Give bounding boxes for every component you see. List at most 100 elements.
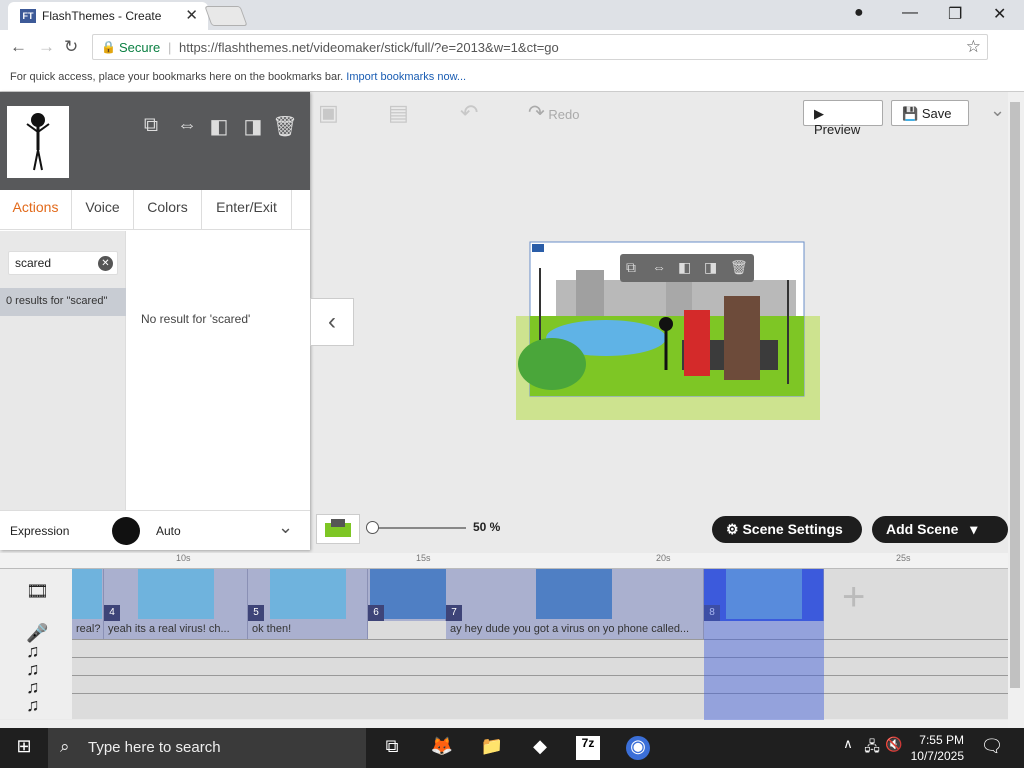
taskbar-search-placeholder: Type here to search	[88, 739, 221, 756]
app-icon[interactable]: ◆	[528, 736, 552, 760]
new-tab-button[interactable]	[204, 6, 248, 26]
bring-forward-icon[interactable]: ◧	[206, 114, 232, 138]
chevron-down-icon[interactable]: ▾	[970, 521, 977, 537]
track-divider	[72, 639, 1008, 640]
voice-clip[interactable]: ay hey dude you got a virus on yo phone …	[446, 621, 704, 639]
scene-clip[interactable]: 5	[248, 569, 368, 621]
scene-track: 4 5 6 7 8 +	[72, 569, 1008, 621]
ruler-tick: 25s	[896, 553, 911, 563]
tab-title: FlashThemes - Create	[42, 9, 162, 23]
tab-voice[interactable]: Voice	[72, 190, 134, 230]
back-icon[interactable]: ←	[10, 37, 27, 57]
zoom-slider[interactable]	[372, 527, 466, 529]
expression-value: Auto	[156, 524, 181, 538]
flip-icon[interactable]: ⇔	[174, 114, 200, 138]
stick-figure-icon	[26, 113, 50, 171]
tab-colors[interactable]: Colors	[134, 190, 202, 230]
panel-header: ⧉ ⇔ ◧ ◨ 🗑	[0, 92, 310, 190]
windows-start-icon[interactable]: ⊞	[12, 736, 36, 760]
clock-time: 7:55 PM	[919, 733, 964, 747]
voice-clip[interactable]: ok then!	[248, 621, 368, 639]
chevron-up-icon[interactable]: ∧	[836, 736, 860, 760]
paste-icon[interactable]: ▤	[388, 100, 409, 126]
maximize-button[interactable]: ❐	[948, 4, 962, 24]
7zip-icon[interactable]: 7z	[576, 736, 600, 760]
close-tab-icon[interactable]: ✕	[185, 6, 198, 24]
menu-chevron-icon[interactable]: ⌄	[990, 100, 1005, 121]
collapse-panel-button[interactable]: ‹	[310, 298, 354, 346]
swap-icon[interactable]: ⧉	[626, 259, 636, 276]
undo-icon[interactable]: ↶	[460, 100, 478, 126]
send-backward-icon[interactable]: ◨	[240, 114, 266, 138]
no-result-message: No result for 'scared'	[141, 312, 251, 326]
copy-icon[interactable]: ▣	[318, 100, 339, 126]
redo-button[interactable]: ↷ Redo	[528, 100, 579, 125]
search-icon: ⌕	[60, 737, 70, 756]
timeline-ruler[interactable]: 10s 15s 20s 25s	[0, 553, 1008, 569]
browser-tab[interactable]: FT FlashThemes - Create ✕	[8, 2, 208, 30]
network-icon[interactable]: 🖧	[860, 736, 884, 760]
import-bookmarks-link[interactable]: Import bookmarks now...	[346, 71, 466, 83]
bookmark-star-icon[interactable]: ☆	[966, 37, 981, 57]
trash-icon[interactable]: 🗑	[272, 114, 298, 138]
character-thumbnail[interactable]	[7, 106, 69, 178]
add-scene-placeholder-icon[interactable]: +	[842, 575, 865, 620]
forward-icon[interactable]: →	[38, 37, 55, 57]
tab-actions[interactable]: Actions	[0, 190, 72, 230]
track-divider	[72, 675, 1008, 676]
add-scene-button[interactable]: Add Scene ▾	[872, 516, 1008, 543]
expression-row[interactable]: Expression Auto ⌄	[0, 510, 310, 550]
swap-icon[interactable]: ⧉	[138, 114, 164, 138]
voice-clip[interactable]: yeah its a real virus! ch...	[104, 621, 248, 639]
voice-clip[interactable]: real?	[72, 621, 104, 639]
redo-icon: ↷	[528, 102, 545, 124]
system-clock[interactable]: 7:55 PM 10/7/2025	[906, 732, 964, 764]
add-scene-label: Add Scene	[886, 521, 959, 537]
scene-clip[interactable]	[72, 569, 104, 621]
trash-icon[interactable]: 🗑	[730, 259, 748, 276]
save-button[interactable]: 💾 Save	[891, 100, 969, 126]
scene-settings-button[interactable]: ⚙ Scene Settings	[712, 516, 862, 543]
clear-search-icon[interactable]: ✕	[98, 256, 113, 271]
panel-tabs: Actions Voice Colors Enter/Exit	[0, 190, 310, 230]
bring-forward-icon[interactable]: ◧	[678, 259, 691, 276]
timeline-scrollbar[interactable]	[0, 720, 1008, 728]
preview-button[interactable]: ▶ Preview	[803, 100, 883, 137]
secure-label: Secure	[119, 40, 161, 55]
zoom-slider-handle[interactable]	[366, 521, 379, 534]
profile-icon[interactable]: ●	[854, 4, 864, 22]
character-panel: ⧉ ⇔ ◧ ◨ 🗑 Actions Voice Colors Enter/Exi…	[0, 92, 310, 550]
zoom-value: 50 %	[473, 520, 501, 534]
scene-number: 7	[446, 605, 462, 621]
minimize-button[interactable]: —	[902, 4, 918, 22]
track-divider	[72, 693, 1008, 694]
taskbar-search[interactable]: ⌕ Type here to search	[48, 728, 366, 768]
notifications-icon[interactable]: 🗨	[980, 736, 1004, 760]
close-window-button[interactable]: ✕	[993, 4, 1006, 24]
flip-icon[interactable]: ⇔	[652, 259, 666, 275]
send-backward-icon[interactable]: ◨	[704, 259, 717, 276]
results-count: 0 results for "scared"	[0, 288, 126, 316]
tab-enter-exit[interactable]: Enter/Exit	[202, 190, 292, 230]
scene-clip[interactable]: 6	[368, 569, 446, 621]
reload-icon[interactable]: ↻	[64, 37, 78, 57]
url-text[interactable]: https://flashthemes.net/videomaker/stick…	[179, 40, 559, 55]
chrome-icon[interactable]: ◉	[626, 736, 650, 760]
chevron-down-icon[interactable]: ⌄	[278, 517, 293, 538]
scene-clip[interactable]: 4	[104, 569, 248, 621]
task-view-icon[interactable]: ⧉	[380, 736, 404, 760]
zoom-toggle-button[interactable]	[316, 514, 360, 544]
scene-settings-label: Scene Settings	[742, 521, 843, 537]
scene-clip[interactable]: 7	[446, 569, 704, 621]
volume-muted-icon[interactable]: 🔇	[882, 736, 906, 760]
file-explorer-icon[interactable]: 📁	[480, 736, 504, 760]
scene-number: 4	[104, 605, 120, 621]
omnibox[interactable]: 🔒 Secure | https://flashthemes.net/video…	[92, 34, 988, 60]
expression-label: Expression	[10, 524, 70, 538]
scene-thumbnail-icon	[325, 519, 351, 537]
ruler-tick: 20s	[656, 553, 671, 563]
redo-label: Redo	[548, 107, 580, 122]
scrollbar-thumb[interactable]	[1010, 102, 1020, 688]
action-search-input[interactable]: scared ✕	[8, 251, 118, 275]
firefox-icon[interactable]: 🦊	[430, 736, 454, 760]
